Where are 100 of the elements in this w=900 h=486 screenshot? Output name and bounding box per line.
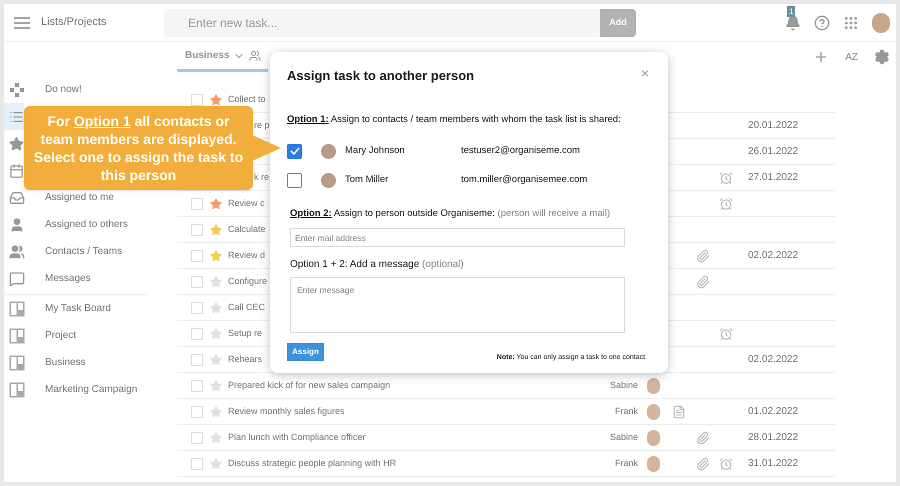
person-icon xyxy=(9,216,25,232)
dots-icon xyxy=(9,82,25,98)
contact-avatar xyxy=(321,172,336,188)
app-title[interactable]: Lists/Projects xyxy=(41,14,164,31)
contact-name: Mary Johnson xyxy=(345,144,406,158)
board-item[interactable]: My Task Board xyxy=(4,295,147,322)
option-one-text: Option 1: Assign to contacts / team members with whom the task list is shared: xyxy=(287,112,622,126)
due-date: 02.02.2022 xyxy=(748,354,798,365)
star-icon[interactable] xyxy=(210,250,222,262)
due-date: 31.01.2022 xyxy=(748,458,798,469)
task-checkbox[interactable] xyxy=(191,302,203,314)
assignee-name: Sabine xyxy=(610,432,638,442)
calendar-icon xyxy=(9,162,24,178)
sidebar-item[interactable]: Assigned to me xyxy=(4,184,147,211)
task-title[interactable]: Collect to xyxy=(228,92,266,106)
due-date: 28.01.2022 xyxy=(748,432,798,443)
star-icon[interactable] xyxy=(210,302,222,314)
task-checkbox[interactable] xyxy=(191,432,203,444)
star-icon[interactable] xyxy=(210,94,222,106)
task-checkbox[interactable] xyxy=(191,328,203,340)
star-icon[interactable] xyxy=(210,380,222,392)
message-label: Option 1 + 2: Add a message (optional) xyxy=(290,258,465,272)
inbox-icon xyxy=(9,190,25,206)
task-title[interactable]: Prepared kick of for new sales campaign xyxy=(228,378,390,392)
option-two-text: Option 2: Assign to person outside Organiseme: (person will receive a mail) xyxy=(290,206,611,221)
assignee-name: Sabine xyxy=(610,380,638,390)
star-icon[interactable] xyxy=(210,458,222,470)
star-icon[interactable] xyxy=(210,198,222,210)
star-icon[interactable] xyxy=(210,328,222,340)
task-title[interactable]: Rehears xyxy=(228,352,262,366)
assignee-name: Frank xyxy=(614,458,638,468)
task-title[interactable]: Review monthly sales figures xyxy=(228,404,345,418)
list-tab[interactable]: Business xyxy=(177,42,268,72)
board-item[interactable]: Project xyxy=(4,322,147,349)
sort-button[interactable]: AZ xyxy=(845,50,858,64)
menu-icon[interactable] xyxy=(14,16,30,28)
task-title[interactable]: Plan lunch with Compliance officer xyxy=(228,430,366,444)
user-avatar[interactable] xyxy=(872,12,890,32)
task-checkbox[interactable] xyxy=(191,354,203,366)
task-input-field[interactable]: Enter new task... xyxy=(164,8,600,36)
task-title[interactable]: Calculate xyxy=(228,222,266,236)
star-icon[interactable] xyxy=(210,432,222,444)
bell-icon[interactable] xyxy=(785,14,801,30)
board-icon xyxy=(9,382,25,398)
check-icon xyxy=(290,146,300,156)
task-title[interactable]: Review c xyxy=(228,196,265,210)
star-icon[interactable] xyxy=(210,224,222,236)
due-date: 20.01.2022 xyxy=(748,120,798,131)
task-checkbox[interactable] xyxy=(191,250,203,262)
board-item[interactable]: Marketing Campaign xyxy=(4,376,147,403)
sidebar-item[interactable] xyxy=(4,103,24,130)
help-icon[interactable] xyxy=(814,14,830,30)
task-title[interactable]: Call CEC xyxy=(228,300,266,314)
assign-button[interactable]: Assign xyxy=(287,342,324,360)
task-checkbox[interactable] xyxy=(191,94,203,106)
task-checkbox[interactable] xyxy=(191,458,203,470)
contact-avatar xyxy=(321,144,336,159)
sidebar-item[interactable]: Assigned to others xyxy=(4,211,147,238)
close-button[interactable]: × xyxy=(640,66,649,80)
star-icon[interactable] xyxy=(210,276,222,288)
assignee-name: Frank xyxy=(614,406,638,416)
mail-input-field[interactable]: Enter mail address xyxy=(290,228,625,247)
settings-icon[interactable] xyxy=(874,49,890,65)
board-icon xyxy=(9,354,25,370)
people-icon xyxy=(249,50,262,62)
star-icon[interactable] xyxy=(210,406,222,418)
sidebar-item[interactable]: Do now! xyxy=(4,76,147,103)
contact-checkbox[interactable] xyxy=(287,144,302,159)
contact-email: tom.miller@organisemee.com xyxy=(461,173,588,188)
sidebar-item[interactable]: Contacts / Teams xyxy=(4,238,147,265)
task-title[interactable]: Setup re xyxy=(228,326,262,340)
task-checkbox[interactable] xyxy=(191,276,203,288)
notification-badge: 1 xyxy=(787,6,796,16)
board-item[interactable]: Business xyxy=(4,349,147,376)
assignee-avatar xyxy=(646,456,660,472)
star-icon xyxy=(9,136,24,152)
task-title[interactable]: Configure xyxy=(228,274,268,288)
contact-checkbox[interactable] xyxy=(287,172,302,188)
due-date: 02.02.2022 xyxy=(748,250,798,261)
board-icon xyxy=(9,328,25,344)
task-title[interactable]: Discuss strategic people planning with HR xyxy=(228,456,396,470)
apps-grid-icon[interactable] xyxy=(843,14,859,30)
task-title[interactable]: Review d xyxy=(228,248,266,262)
task-checkbox[interactable] xyxy=(191,406,203,418)
dialog-title: Assign task to another person xyxy=(287,67,474,85)
star-icon[interactable] xyxy=(210,354,222,366)
assignee-avatar xyxy=(646,378,660,394)
contact-email: testuser2@organiseme.com xyxy=(461,144,580,158)
message-input-field[interactable]: Enter message xyxy=(290,276,625,332)
message-icon xyxy=(9,270,25,286)
task-checkbox[interactable] xyxy=(191,198,203,210)
task-checkbox[interactable] xyxy=(191,380,203,392)
task-title[interactable]: re p xyxy=(254,118,270,132)
task-checkbox[interactable] xyxy=(191,224,203,236)
tooltip-text: For Option 1 all contacts or team members are displayed. Select one to assign the task to this person xyxy=(32,112,244,184)
due-date: 26.01.2022 xyxy=(748,146,798,157)
assignee-avatar xyxy=(646,404,660,420)
due-date: 01.02.2022 xyxy=(748,406,798,417)
sidebar-item[interactable]: Messages xyxy=(4,265,147,292)
task-title[interactable]: k re xyxy=(254,170,270,184)
